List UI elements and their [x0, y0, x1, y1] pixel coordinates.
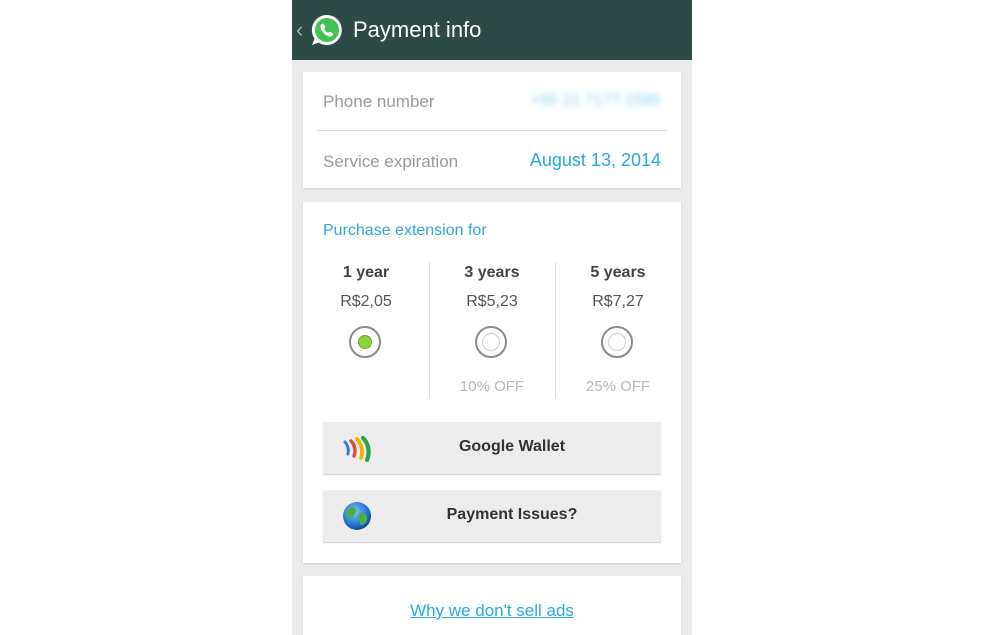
account-card: Phone number +55 21 7177-1585 Service ex…	[303, 72, 681, 188]
plan-radio[interactable]	[601, 326, 633, 358]
payment-issues-label: Payment Issues?	[446, 506, 578, 523]
plan-discount: 10% OFF	[459, 378, 525, 395]
page-title: Payment info	[353, 17, 482, 42]
globe-icon	[343, 502, 371, 530]
payment-issues-button[interactable]: Payment Issues?	[323, 490, 661, 542]
phone-number-label: Phone number	[323, 92, 435, 111]
google-wallet-label: Google Wallet	[458, 438, 566, 455]
whatsapp-logo-icon[interactable]	[310, 13, 344, 47]
plan-discount: 25% OFF	[585, 378, 651, 395]
purchase-heading: Purchase extension for	[323, 222, 487, 239]
service-expiration-label: Service expiration	[323, 152, 459, 171]
purchase-card: Purchase extension for 1 year R$2,05 3 y…	[303, 202, 681, 563]
action-bar: ‹ Payment info	[292, 0, 692, 60]
divider	[317, 130, 667, 131]
ads-card: Why we don't sell ads	[303, 576, 681, 635]
phone-number-value: +55 21 7177-1585	[530, 92, 661, 109]
chevron-left-icon[interactable]: ‹	[296, 17, 310, 43]
plan-option-1-year[interactable]: 1 year R$2,05	[303, 260, 429, 400]
plan-radio-selected[interactable]	[349, 326, 381, 358]
plan-option-5-years[interactable]: 5 years R$7,27 25% OFF	[555, 260, 681, 400]
plan-price: R$7,27	[592, 293, 644, 310]
radio-ring	[482, 333, 500, 351]
plan-price: R$2,05	[340, 293, 392, 310]
radio-dot	[358, 335, 372, 349]
plan-name: 5 years	[590, 264, 646, 281]
google-wallet-button[interactable]: Google Wallet	[323, 422, 661, 474]
plan-name: 3 years	[464, 264, 520, 281]
google-wallet-icon	[343, 435, 371, 463]
plan-name: 1 year	[342, 264, 390, 281]
plan-option-3-years[interactable]: 3 years R$5,23 10% OFF	[429, 260, 555, 400]
plan-radio[interactable]	[475, 326, 507, 358]
radio-ring	[608, 333, 626, 351]
plan-price: R$5,23	[466, 293, 518, 310]
phone-screen: ‹ Payment info Phone number +55 21 7177-…	[292, 0, 692, 635]
why-no-ads-link[interactable]: Why we don't sell ads	[303, 601, 681, 621]
service-expiration-value: August 13, 2014	[529, 150, 661, 170]
